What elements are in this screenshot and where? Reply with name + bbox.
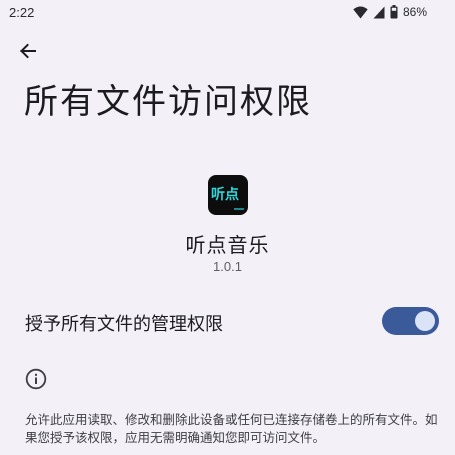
- battery-icon: [390, 5, 398, 19]
- back-button[interactable]: [13, 38, 43, 68]
- permission-label: 授予所有文件的管理权限: [25, 314, 223, 335]
- status-bar: 2:22 86%: [0, 0, 455, 26]
- app-version: 1.0.1: [213, 259, 242, 274]
- permission-toggle[interactable]: [382, 307, 439, 335]
- info-icon: [25, 368, 47, 390]
- app-icon-label: 听点: [211, 187, 239, 203]
- wifi-icon: [353, 6, 368, 19]
- app-name: 听点音乐: [185, 233, 270, 257]
- battery-percentage: 86%: [402, 5, 427, 19]
- app-icon: 听点: [208, 175, 248, 215]
- status-icons: 86%: [353, 4, 427, 20]
- permission-description: 允许此应用读取、修改和删除此设备或任何已连接存储卷上的所有文件。如果您授予该权限…: [25, 412, 438, 445]
- status-time: 2:22: [9, 5, 35, 20]
- toggle-thumb: [415, 311, 435, 331]
- permission-row[interactable]: 授予所有文件的管理权限: [0, 296, 455, 348]
- app-icon-accent: [234, 208, 244, 210]
- arrow-left-icon: [19, 42, 37, 64]
- signal-icon: [373, 6, 385, 19]
- page-title: 所有文件访问权限: [24, 82, 312, 122]
